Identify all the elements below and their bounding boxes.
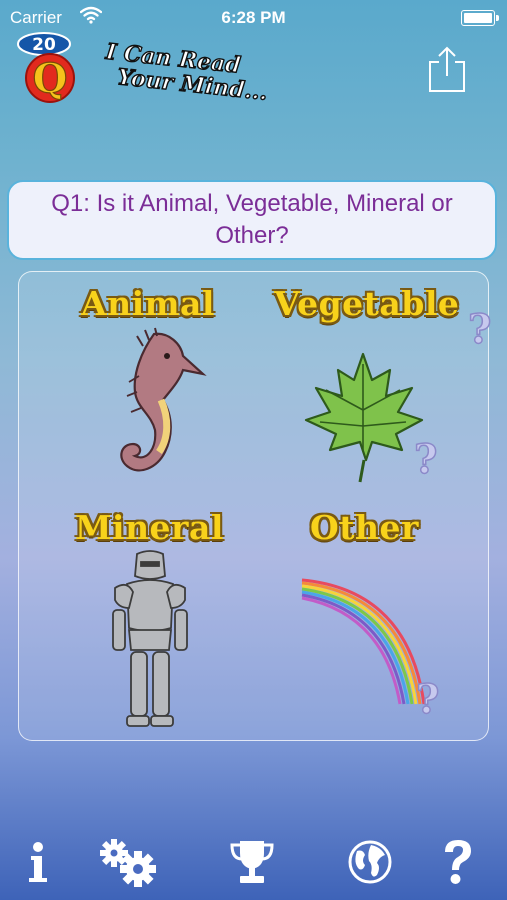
- help-icon: [445, 840, 471, 884]
- bottom-toolbar: [0, 820, 507, 900]
- leaderboard-button[interactable]: [222, 832, 282, 892]
- settings-gears-icon: [100, 839, 156, 887]
- question-box: Q1: Is it Animal, Vegetable, Mineral or …: [7, 180, 497, 260]
- share-icon: [429, 46, 465, 92]
- category-vegetable[interactable]: Vegetable ? ?: [264, 278, 492, 498]
- info-icon: [29, 842, 47, 882]
- category-other[interactable]: Other ?: [264, 504, 484, 734]
- hint-question-icon: ?: [413, 435, 438, 484]
- battery-icon: [461, 10, 499, 26]
- app-logo: 20 Q I Can Read Your Mind...: [14, 30, 304, 110]
- status-time: 6:28 PM: [221, 8, 286, 27]
- logo-letter: Q: [33, 55, 68, 102]
- knight-armor-icon: [112, 550, 188, 727]
- maple-leaf-icon: [304, 352, 424, 483]
- trophy-icon: [230, 841, 274, 883]
- question-text: Q1: Is it Animal, Vegetable, Mineral or …: [51, 190, 453, 249]
- help-button[interactable]: [428, 832, 488, 892]
- category-animal[interactable]: Animal: [59, 278, 249, 498]
- category-label-mineral: Mineral: [75, 508, 224, 547]
- hint-question-icon: ?: [467, 305, 492, 354]
- seahorse-icon: [120, 327, 207, 472]
- category-label-animal: Animal: [81, 284, 215, 323]
- category-label-other: Other: [310, 508, 419, 547]
- category-mineral[interactable]: Mineral: [59, 504, 249, 734]
- hint-question-icon: ?: [415, 675, 440, 724]
- share-button[interactable]: [426, 44, 468, 94]
- info-button[interactable]: [8, 832, 68, 892]
- category-panel: Animal Vegetable ? ? Mineral Other ?: [18, 271, 492, 741]
- settings-button[interactable]: [96, 832, 162, 892]
- globe-icon: [348, 840, 392, 884]
- world-button[interactable]: [340, 832, 400, 892]
- category-label-vegetable: Vegetable: [274, 284, 460, 323]
- logo-badge: 20: [32, 35, 56, 55]
